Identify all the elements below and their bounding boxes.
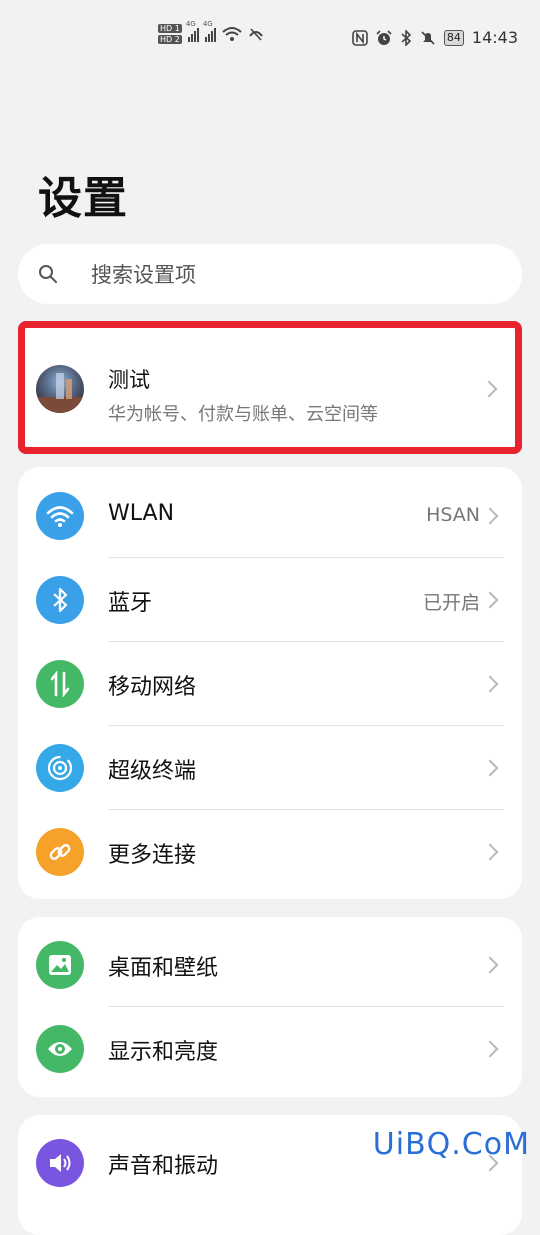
settings-item-mobile-network[interactable]: 移动网络 — [18, 642, 522, 726]
search-icon — [39, 265, 57, 283]
wallpaper-icon — [36, 941, 84, 989]
signal-icon-2: 4G — [203, 20, 216, 42]
settings-item-label: WLAN — [108, 501, 175, 526]
status-bar: HD 1 HD 2 4G 4G 84 14:43 — [0, 0, 540, 78]
battery-indicator: 84 — [443, 29, 464, 46]
settings-item-super-device[interactable]: 超级终端 — [18, 726, 522, 810]
settings-item-label: 声音和振动 — [108, 1154, 219, 1179]
display-group: 桌面和壁纸 显示和亮度 — [18, 917, 522, 1097]
chevron-right-icon — [481, 1040, 499, 1058]
settings-item-home-wallpaper[interactable]: 桌面和壁纸 — [18, 923, 522, 1007]
search-bar[interactable]: 搜索设置项 — [18, 244, 522, 304]
chevron-right-icon — [481, 675, 499, 693]
chevron-right-icon — [481, 759, 499, 777]
settings-item-bluetooth[interactable]: 蓝牙 已开启 — [18, 558, 522, 642]
wifi-icon — [36, 492, 84, 540]
settings-item-label: 更多连接 — [108, 843, 197, 868]
settings-item-more-connections[interactable]: 更多连接 — [18, 810, 522, 894]
status-bar-right: 84 14:43 — [352, 28, 518, 47]
settings-item-label: 移动网络 — [108, 675, 197, 700]
settings-item-value: HSAN — [426, 504, 480, 526]
mute-icon — [421, 30, 435, 45]
bluetooth-icon — [36, 576, 84, 624]
settings-item-wlan[interactable]: WLAN HSAN — [18, 474, 522, 558]
account-card[interactable]: 测试 华为帐号、付款与账单、云空间等 — [18, 321, 522, 454]
eye-icon — [36, 1025, 84, 1073]
connections-group: WLAN HSAN 蓝牙 已开启 移动网络 超级终端 更多连接 — [18, 467, 522, 899]
page-title: 设置 — [38, 173, 128, 224]
super-device-icon — [36, 744, 84, 792]
alarm-icon — [376, 29, 392, 45]
sim1-label: HD 1 — [158, 24, 182, 33]
chevron-right-icon — [481, 843, 499, 861]
avatar — [36, 365, 84, 413]
bluetooth-icon — [401, 29, 412, 46]
nfc-icon — [352, 29, 368, 46]
settings-item-label: 超级终端 — [108, 759, 197, 784]
settings-item-label: 蓝牙 — [108, 591, 153, 616]
network1-label: 4G — [185, 20, 196, 28]
chevron-right-icon — [481, 956, 499, 974]
settings-item-label: 桌面和壁纸 — [108, 956, 219, 981]
settings-item-display-brightness[interactable]: 显示和亮度 — [18, 1007, 522, 1091]
network2-label: 4G — [202, 20, 213, 28]
hotspot-off-icon — [249, 28, 263, 41]
status-bar-left: HD 1 HD 2 4G 4G — [158, 20, 264, 44]
settings-item-value: 已开启 — [422, 592, 480, 614]
sound-icon — [36, 1139, 84, 1187]
signal-icon-1: 4G — [186, 20, 199, 42]
chevron-right-icon — [480, 380, 498, 398]
watermark: UiBQ.CoM — [372, 1127, 530, 1162]
sim2-label: HD 2 — [158, 35, 182, 44]
search-placeholder: 搜索设置项 — [91, 263, 196, 287]
settings-item-label: 显示和亮度 — [108, 1040, 219, 1065]
chevron-right-icon — [481, 507, 499, 525]
mobile-data-icon — [36, 660, 84, 708]
account-subtitle: 华为帐号、付款与账单、云空间等 — [108, 404, 378, 425]
clock: 14:43 — [471, 28, 518, 47]
sim-indicator: HD 1 HD 2 — [158, 24, 182, 44]
chevron-right-icon — [481, 591, 499, 609]
link-icon — [36, 828, 84, 876]
wifi-status-icon — [222, 27, 242, 41]
account-name: 测试 — [108, 368, 150, 392]
